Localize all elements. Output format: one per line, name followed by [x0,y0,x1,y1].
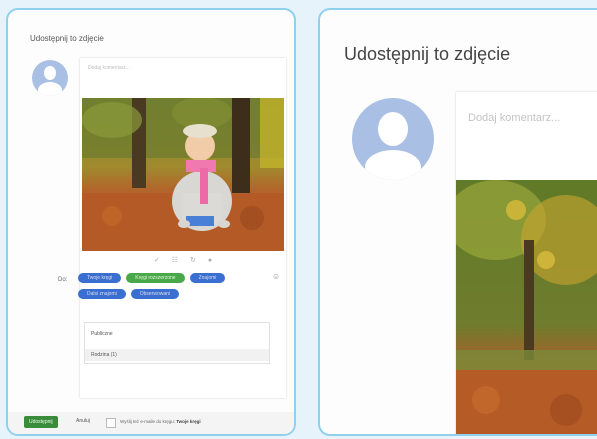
notify-checkbox[interactable] [106,418,116,428]
checkmark-icon[interactable]: ✓ [154,256,160,264]
avatar-body [365,150,421,180]
dropdown-item-public[interactable]: Publiczne [91,331,113,337]
avatar-head [44,66,56,80]
user-avatar-zoomed [352,98,434,180]
rotate-icon[interactable]: ↻ [190,256,196,264]
share-dialog-small: Udostępnij to zdjęcie Dodaj komentarz... [6,8,296,436]
dialog-title-zoomed: Udostępnij to zdjęcie [344,44,511,64]
share-to-label: Do: [58,277,68,283]
add-person-icon[interactable]: ☺ [272,272,280,281]
comment-input-zoomed[interactable]: Dodaj komentarz... [468,112,560,124]
share-button[interactable]: Udostępnij [24,416,58,428]
chip-your-circles[interactable]: Twoje kręgi [78,273,122,283]
cancel-button[interactable]: Anuluj [76,418,90,424]
user-avatar [32,60,68,96]
photo-image-zoomed [456,180,597,434]
shared-photo [82,98,284,251]
circle-dropdown: Publiczne Rodzina (1) [84,322,270,364]
notify-label: Wyślij też e-maile do kręgu: Twoje kręgi [120,419,201,424]
dropdown-item-family[interactable]: Rodzina (1) [85,349,269,361]
chip-friends[interactable]: Znajomi [189,273,226,283]
comment-card-zoomed: Dodaj komentarz... [456,92,597,434]
list-icon[interactable]: ☷ [172,256,178,264]
comment-input[interactable]: Dodaj komentarz... [88,65,130,71]
shared-photo-zoomed [456,180,597,434]
chip-extended-circles[interactable]: Kręgi rozszerzone [126,273,185,283]
photo-image [82,98,284,251]
chip-acquaintances[interactable]: Dalsi znajomi [78,289,126,299]
chip-list: Twoje kręgi Kręgi rozszerzone Znajomi Da… [78,273,268,299]
dialog-footer: Udostępnij Anuluj Wyślij też e-maile do … [8,412,294,434]
avatar-head [378,112,408,146]
delete-icon[interactable]: ● [208,257,212,264]
avatar-body [38,82,62,96]
dialog-title: Udostępnij to zdjęcie [30,34,104,43]
chip-following[interactable]: Obserwowani [130,289,180,299]
share-dialog-zoomed: Udostępnij to zdjęcie Dodaj komentarz... [318,8,597,436]
photo-toolbar: ✓ ☷ ↻ ● [82,251,284,269]
